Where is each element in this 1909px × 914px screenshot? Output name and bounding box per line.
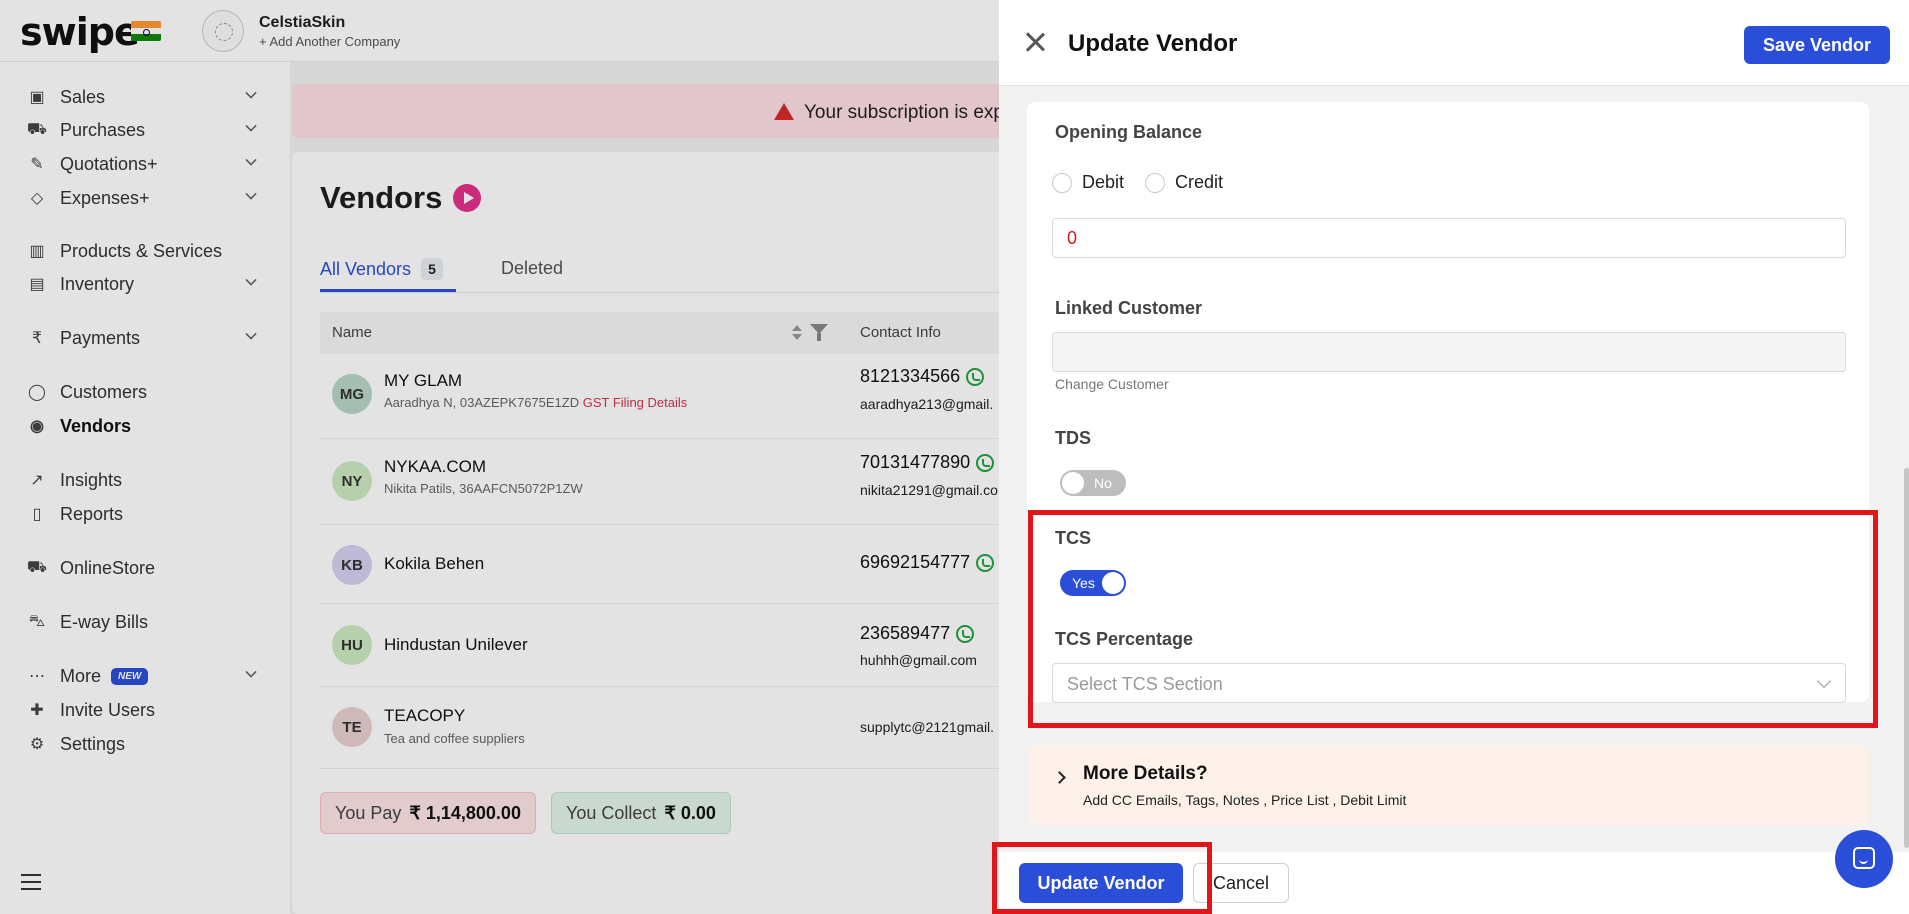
close-icon[interactable] (1025, 32, 1045, 52)
toggle-label: No (1094, 475, 1112, 491)
drawer-footer: Update Vendor Cancel (999, 852, 1909, 914)
toggle-knob (1102, 572, 1124, 594)
update-vendor-button[interactable]: Update Vendor (1019, 863, 1183, 903)
linked-customer-field[interactable] (1052, 332, 1846, 372)
chat-icon (1853, 847, 1875, 869)
drawer-header: Update Vendor Save Vendor (999, 0, 1909, 86)
select-placeholder: Select TCS Section (1067, 674, 1223, 694)
tcs-toggle[interactable]: Yes (1060, 570, 1126, 596)
tcs-percentage-label: TCS Percentage (1055, 629, 1194, 649)
change-customer-link[interactable]: Change Customer (1055, 376, 1169, 392)
tds-toggle[interactable]: No (1060, 470, 1126, 496)
save-vendor-button[interactable]: Save Vendor (1744, 26, 1890, 64)
debit-radio[interactable]: Debit (1052, 172, 1124, 193)
more-details-card[interactable]: More Details? Add CC Emails, Tags, Notes… (1027, 745, 1869, 825)
chevron-right-icon (1053, 771, 1066, 784)
opening-balance-label: Opening Balance (1055, 122, 1203, 142)
more-details-title: More Details? (1083, 763, 1208, 784)
tds-label: TDS (1055, 428, 1091, 448)
toggle-label: Yes (1072, 575, 1095, 591)
more-details-subtitle: Add CC Emails, Tags, Notes , Price List … (1083, 792, 1407, 808)
radio-label: Credit (1175, 172, 1224, 192)
drawer-scrollbar[interactable] (1904, 86, 1909, 852)
linked-customer-label: Linked Customer (1055, 298, 1203, 318)
cancel-button[interactable]: Cancel (1193, 863, 1289, 903)
vendor-form-card: Opening Balance Debit Credit Linked Cust… (1027, 102, 1869, 702)
opening-balance-input[interactable] (1052, 218, 1846, 258)
scrollbar-thumb[interactable] (1904, 468, 1909, 848)
tcs-section-select[interactable]: Select TCS Section (1052, 663, 1846, 703)
radio-circle[interactable] (1145, 172, 1165, 193)
radio-label: Debit (1082, 172, 1125, 192)
drawer-title: Update Vendor (1068, 30, 1238, 57)
chevron-down-icon (1816, 673, 1832, 689)
tcs-label: TCS (1055, 528, 1091, 548)
radio-circle[interactable] (1052, 172, 1072, 193)
update-vendor-drawer: Update Vendor Save Vendor Opening Balanc… (999, 0, 1909, 914)
chat-support-button[interactable] (1835, 830, 1893, 888)
toggle-knob (1062, 472, 1084, 494)
credit-radio[interactable]: Credit (1145, 172, 1223, 193)
